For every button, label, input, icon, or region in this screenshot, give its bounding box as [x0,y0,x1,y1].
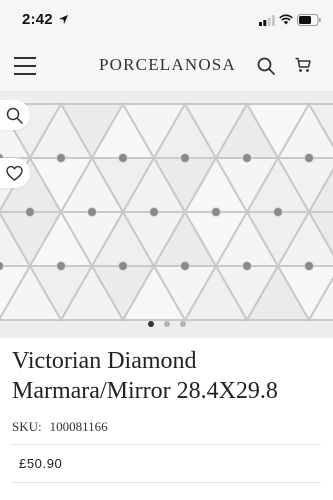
product-image-gallery[interactable] [0,92,333,338]
carousel-dot-1[interactable] [147,321,154,327]
brand-logo[interactable]: PORCELANOSA [99,55,236,75]
battery-icon [297,14,321,26]
status-bar: 2:42 [0,0,333,40]
product-title-line-2: Marmara/Mirror 28.4X29.8 [12,378,278,404]
menu-icon[interactable] [14,57,36,75]
cellular-signal-icon [259,15,275,26]
product-price: £50.90 [19,456,63,471]
carousel-dot-2[interactable] [163,321,170,327]
cart-icon[interactable] [295,57,311,73]
app-header: PORCELANOSA [0,40,333,92]
divider [12,444,321,445]
divider [12,482,321,483]
product-title: Victorian Diamond Marmara/Mirror 28.4X29… [12,346,327,406]
product-title-line-1: Victorian Diamond [12,348,197,374]
location-arrow-icon [58,14,69,25]
zoom-icon [6,107,23,124]
wifi-icon [279,14,293,25]
sku-label: SKU: [12,419,42,434]
product-image[interactable] [0,92,333,338]
carousel-dots [0,321,333,329]
zoom-button[interactable] [0,100,30,130]
search-icon[interactable] [257,57,275,75]
sku-value: 100081166 [49,419,108,434]
status-time: 2:42 [22,11,53,28]
wishlist-button[interactable] [0,158,30,188]
product-sku: SKU: 100081166 [12,419,108,435]
heart-icon [6,165,23,181]
carousel-dot-3[interactable] [179,321,186,327]
